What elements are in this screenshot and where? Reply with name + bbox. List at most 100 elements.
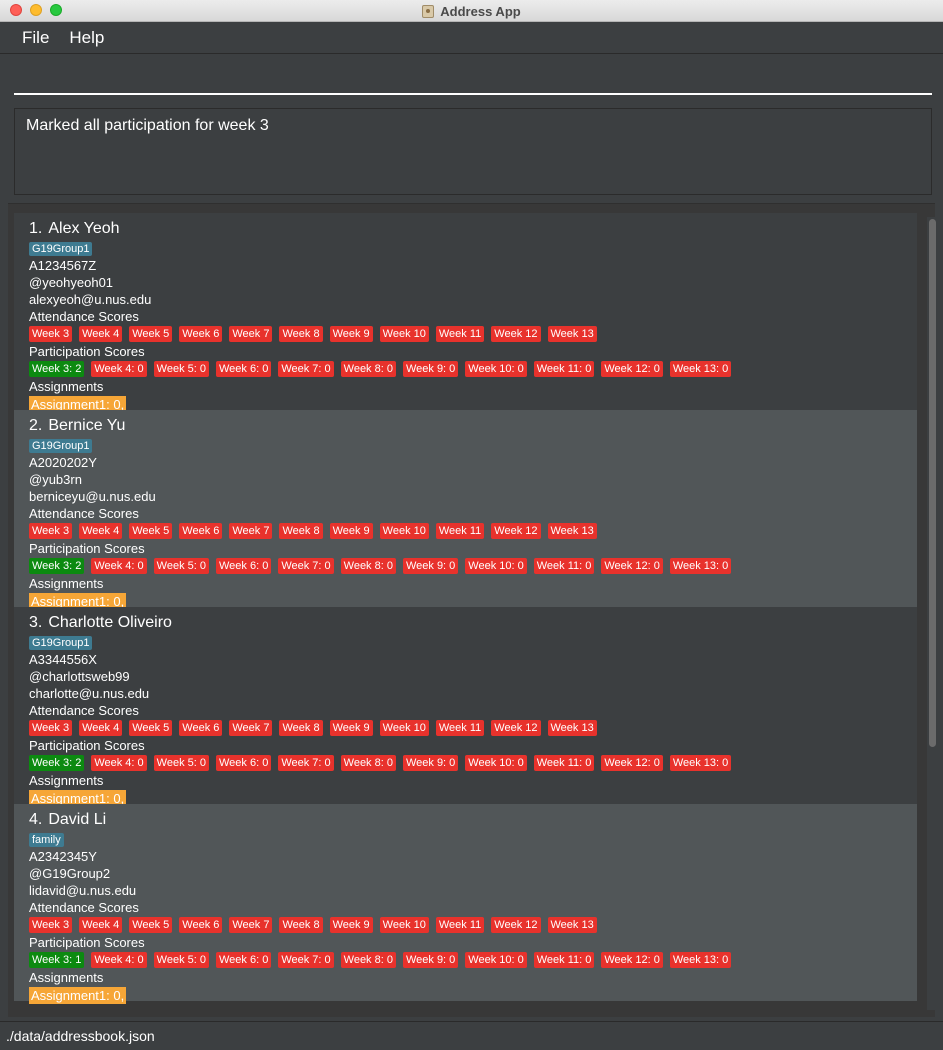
participation-chip: Week 10: 0: [465, 755, 527, 771]
attendance-chip: Week 5: [129, 917, 173, 933]
attendance-chip: Week 10: [379, 917, 429, 933]
command-input[interactable]: [14, 62, 932, 93]
attendance-chip: Week 12: [491, 326, 541, 342]
participation-chip: Week 7: 0: [278, 558, 334, 574]
person-card[interactable]: 4. David Li family A2342345Y @G19Group2 lidav…: [14, 804, 917, 1004]
person-name: Charlotte Oliveiro: [48, 614, 172, 631]
participation-chip: Week 5: 0: [153, 952, 209, 968]
participation-chip: Week 7: 0: [278, 361, 334, 377]
menu-file[interactable]: File: [22, 28, 49, 48]
attendance-chip: Week 9: [329, 326, 373, 342]
participation-chip: Week 13: 0: [669, 361, 732, 377]
participation-chip: Week 6: 0: [215, 558, 272, 574]
attendance-chip: Week 4: [79, 523, 123, 539]
person-name: Alex Yeoh: [48, 220, 120, 237]
participation-chip: Week 4: 0: [91, 755, 147, 771]
window-title: Address App: [440, 3, 521, 19]
attendance-chip: Week 6: [179, 523, 223, 539]
attendance-chip: Week 13: [547, 326, 597, 342]
command-box: [14, 62, 932, 95]
attendance-chips: Week 3 Week 4 Week 5 Week 6 Week 7 Week 8 Week…: [29, 522, 902, 540]
group-tag: G19Group1: [29, 242, 93, 256]
group-tag: G19Group1: [29, 636, 93, 650]
participation-chip: Week 10: 0: [465, 558, 527, 574]
attendance-label: Attendance Scores: [29, 900, 139, 915]
attendance-chip: Week 5: [129, 720, 173, 736]
person-name-row: 1. Alex Yeoh: [29, 218, 902, 240]
attendance-chip: Week 8: [279, 326, 323, 342]
title-bar: Address App: [0, 0, 943, 22]
participation-chip: Week 13: 0: [669, 558, 732, 574]
participation-chip: Week 8: 0: [340, 361, 396, 377]
participation-chip: Week 7: 0: [278, 755, 334, 771]
email: berniceyu@u.nus.edu: [29, 489, 156, 504]
telegram-handle: @yub3rn: [29, 472, 82, 487]
participation-chips: Week 3: 2 Week 4: 0 Week 5: 0 Week 6: 0 Week…: [29, 754, 902, 772]
scrollbar-thumb[interactable]: [929, 219, 936, 747]
attendance-chip: Week 7: [229, 523, 273, 539]
attendance-chip: Week 11: [435, 523, 485, 539]
person-name-row: 3. Charlotte Oliveiro: [29, 612, 902, 634]
participation-chip: Week 12: 0: [601, 558, 663, 574]
participation-chips: Week 3: 1 Week 4: 0 Week 5: 0 Week 6: 0 Week…: [29, 951, 902, 969]
student-id: A3344556X: [29, 652, 97, 667]
participation-chip: Week 6: 0: [215, 361, 272, 377]
person-card[interactable]: 3. Charlotte Oliveiro G19Group1 A3344556X @c…: [14, 607, 917, 807]
assignments-label: Assignments: [29, 379, 104, 394]
participation-label: Participation Scores: [29, 344, 145, 359]
attendance-chips: Week 3 Week 4 Week 5 Week 6 Week 7 Week 8 Week…: [29, 325, 902, 343]
attendance-chip: Week 3: [29, 523, 73, 539]
group-tag: G19Group1: [29, 439, 93, 453]
participation-chip: Week 13: 0: [669, 755, 732, 771]
assignment-score: Assignment1: 0,: [29, 987, 127, 1004]
attendance-chip: Week 7: [229, 917, 273, 933]
attendance-chip: Week 9: [329, 917, 373, 933]
attendance-chip: Week 6: [179, 326, 223, 342]
participation-chip: Week 3: 2: [29, 558, 85, 574]
person-name: David Li: [48, 811, 107, 828]
participation-chip: Week 8: 0: [340, 558, 396, 574]
participation-chip: Week 12: 0: [601, 361, 663, 377]
participation-chip: Week 10: 0: [465, 952, 527, 968]
person-list: 1. Alex Yeoh G19Group1 A1234567Z @yeohyeoh01…: [8, 203, 937, 1017]
attendance-chip: Week 9: [329, 720, 373, 736]
email: alexyeoh@u.nus.edu: [29, 292, 152, 307]
participation-label: Participation Scores: [29, 935, 145, 950]
address-book-icon: [422, 4, 435, 18]
participation-chip: Week 3: 2: [29, 361, 85, 377]
attendance-chip: Week 6: [179, 917, 223, 933]
participation-chip: Week 3: 1: [29, 952, 85, 968]
telegram-handle: @G19Group2: [29, 866, 111, 881]
attendance-label: Attendance Scores: [29, 506, 139, 521]
attendance-label: Attendance Scores: [29, 703, 139, 718]
person-name: Bernice Yu: [48, 417, 126, 434]
person-card[interactable]: 1. Alex Yeoh G19Group1 A1234567Z @yeohyeoh01…: [14, 213, 917, 413]
data-file-path: ./data/addressbook.json: [6, 1028, 155, 1044]
window-title-group: Address App: [0, 0, 943, 22]
telegram-handle: @charlottsweb99: [29, 669, 130, 684]
participation-chip: Week 11: 0: [533, 755, 595, 771]
student-id: A2020202Y: [29, 455, 97, 470]
attendance-chip: Week 8: [279, 523, 323, 539]
participation-chip: Week 9: 0: [402, 755, 459, 771]
participation-chip: Week 10: 0: [465, 361, 527, 377]
menu-help[interactable]: Help: [69, 28, 104, 48]
participation-chip: Week 4: 0: [91, 952, 147, 968]
attendance-chip: Week 4: [79, 720, 123, 736]
attendance-chip: Week 10: [379, 326, 429, 342]
student-id: A2342345Y: [29, 849, 97, 864]
person-index: 1.: [29, 220, 43, 237]
attendance-chip: Week 7: [229, 326, 273, 342]
participation-chip: Week 3: 2: [29, 755, 85, 771]
participation-chip: Week 11: 0: [533, 952, 595, 968]
attendance-chip: Week 3: [29, 720, 73, 736]
assignments-label: Assignments: [29, 773, 104, 788]
attendance-chip: Week 11: [435, 326, 485, 342]
participation-chip: Week 11: 0: [533, 361, 595, 377]
list-scrollbar[interactable]: [927, 217, 937, 1010]
person-card[interactable]: 2. Bernice Yu G19Group1 A2020202Y @yub3rn ber…: [14, 410, 917, 610]
participation-label: Participation Scores: [29, 541, 145, 556]
participation-chip: Week 5: 0: [153, 361, 209, 377]
attendance-chip: Week 12: [491, 720, 541, 736]
participation-chip: Week 6: 0: [215, 952, 272, 968]
